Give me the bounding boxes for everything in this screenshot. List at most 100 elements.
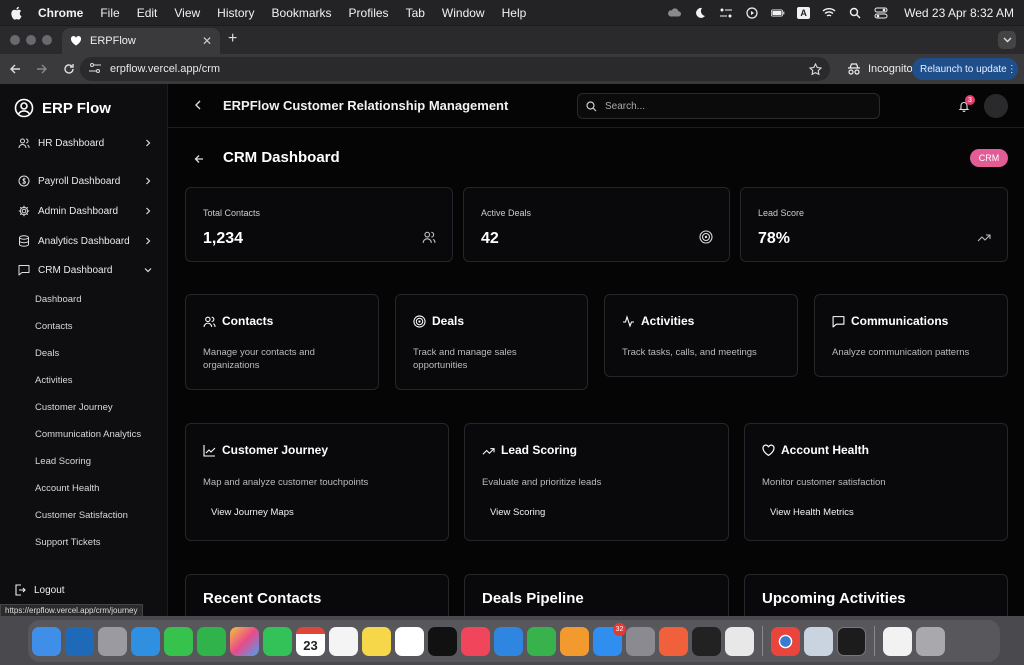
terminal-icon[interactable] xyxy=(837,626,866,656)
sidebar-sub-dashboard[interactable]: Dashboard xyxy=(35,294,81,305)
back-arrow-icon[interactable] xyxy=(3,57,27,81)
play-icon[interactable] xyxy=(745,6,759,20)
incognito-indicator[interactable]: Incognito xyxy=(840,58,919,80)
menu-file[interactable]: File xyxy=(100,6,119,20)
menu-tab[interactable]: Tab xyxy=(406,6,425,20)
numbers-icon[interactable] xyxy=(527,626,556,656)
avatar[interactable] xyxy=(984,94,1008,118)
safari-icon[interactable] xyxy=(131,626,160,656)
photos-icon[interactable] xyxy=(230,626,259,656)
menu-profiles[interactable]: Profiles xyxy=(349,6,389,20)
sidebar-sub-customer-journey[interactable]: Customer Journey xyxy=(35,402,113,413)
bookmark-star-icon[interactable] xyxy=(809,62,822,76)
module-card-deals[interactable]: Deals Track and manage sales opportuniti… xyxy=(395,294,588,390)
reminders-icon[interactable] xyxy=(329,626,358,656)
feature-header: Customer Journey xyxy=(203,443,328,457)
close-window-button[interactable] xyxy=(10,35,20,45)
control-center-icon[interactable] xyxy=(874,6,888,20)
brave-icon[interactable] xyxy=(659,626,688,656)
module-card-activities[interactable]: Activities Track tasks, calls, and meeti… xyxy=(604,294,798,377)
pages-icon[interactable] xyxy=(560,626,589,656)
moon-icon[interactable] xyxy=(693,6,707,20)
app-store-icon[interactable]: 32 xyxy=(593,622,626,656)
module-description: Track tasks, calls, and meetings xyxy=(622,347,757,358)
spotlight-search-icon[interactable] xyxy=(848,6,862,20)
sidebar-item-hr-dashboard[interactable]: HR Dashboard xyxy=(18,133,152,153)
apple-tv-icon[interactable] xyxy=(428,626,457,656)
logout-button[interactable]: Logout xyxy=(14,584,65,596)
brand[interactable]: ERP Flow xyxy=(14,98,111,118)
menu-history[interactable]: History xyxy=(217,6,254,20)
preview-icon[interactable] xyxy=(804,626,833,656)
sidebar-item-payroll-dashboard[interactable]: Payroll Dashboard xyxy=(18,171,152,191)
site-info-icon[interactable] xyxy=(88,62,102,76)
sidebar-sub-customer-satisfaction[interactable]: Customer Satisfaction xyxy=(35,510,128,521)
ai-assistant-icon[interactable] xyxy=(692,626,721,656)
wifi-icon[interactable] xyxy=(822,6,836,20)
sidebar-sub-communication-analytics[interactable]: Communication Analytics xyxy=(35,429,141,440)
sidebar-sub-activities[interactable]: Activities xyxy=(35,375,72,386)
sidebar-sub-lead-scoring[interactable]: Lead Scoring xyxy=(35,456,91,467)
module-card-communications[interactable]: Communications Analyze communication pat… xyxy=(814,294,1008,377)
system-settings-icon[interactable] xyxy=(626,626,655,656)
trash-icon[interactable] xyxy=(916,626,945,656)
freeform-icon[interactable] xyxy=(395,626,424,656)
minimize-window-button[interactable] xyxy=(26,35,36,45)
document-stack-icon[interactable] xyxy=(883,626,912,656)
finder-icon[interactable] xyxy=(32,626,61,656)
address-bar[interactable]: erpflow.vercel.app/crm xyxy=(80,57,830,81)
brand-name: ERP Flow xyxy=(42,99,111,117)
input-source-icon[interactable]: A xyxy=(797,6,811,19)
stat-card-active-deals: Active Deals 42 xyxy=(463,187,730,262)
cube-app-icon[interactable] xyxy=(725,626,754,656)
menu-app-name[interactable]: Chrome xyxy=(38,6,83,20)
url-text[interactable]: erpflow.vercel.app/crm xyxy=(110,63,220,75)
sidebar-sub-account-health[interactable]: Account Health xyxy=(35,483,99,494)
reload-icon[interactable] xyxy=(57,57,81,81)
calendar-icon[interactable]: 23 xyxy=(296,626,325,656)
launchpad-icon[interactable] xyxy=(98,626,127,656)
sidebar-sub-deals[interactable]: Deals xyxy=(35,348,59,359)
sidebar-item-crm-dashboard[interactable]: CRM Dashboard xyxy=(18,260,152,280)
cloud-icon[interactable] xyxy=(667,6,682,20)
chevron-right-icon xyxy=(144,207,152,215)
chrome-icon[interactable] xyxy=(771,626,800,656)
vscode-icon[interactable] xyxy=(65,626,94,656)
view-journey-maps-button[interactable]: View Journey Maps xyxy=(211,507,294,518)
more-vertical-icon[interactable]: ⋮ xyxy=(1007,64,1017,75)
tab-search-chevron-icon[interactable] xyxy=(998,31,1016,49)
notes-icon[interactable] xyxy=(362,626,391,656)
whatsapp-icon[interactable] xyxy=(197,626,226,656)
view-scoring-button[interactable]: View Scoring xyxy=(490,507,545,518)
menu-edit[interactable]: Edit xyxy=(137,6,158,20)
forward-arrow-icon[interactable] xyxy=(30,57,54,81)
menu-help[interactable]: Help xyxy=(502,6,527,20)
zoom-window-button[interactable] xyxy=(42,35,52,45)
relaunch-to-update-button[interactable]: Relaunch to update ⋮ xyxy=(912,58,1018,80)
sidebar-sub-contacts[interactable]: Contacts xyxy=(35,321,73,332)
module-header: Activities xyxy=(622,314,694,328)
battery-icon[interactable] xyxy=(771,6,785,20)
module-card-contacts[interactable]: Contacts Manage your contacts and organi… xyxy=(185,294,379,390)
facetime-icon[interactable] xyxy=(263,626,292,656)
back-arrow-icon[interactable] xyxy=(194,154,204,164)
sidebar-item-analytics-dashboard[interactable]: Analytics Dashboard xyxy=(18,231,152,251)
browser-tab[interactable]: ERPFlow ✕ xyxy=(62,28,220,54)
menu-view[interactable]: View xyxy=(174,6,200,20)
search-box[interactable] xyxy=(577,93,880,119)
search-input[interactable] xyxy=(605,100,865,112)
close-tab-icon[interactable]: ✕ xyxy=(202,34,212,48)
keynote-icon[interactable] xyxy=(494,626,523,656)
control-dots-icon[interactable] xyxy=(719,6,733,20)
music-icon[interactable] xyxy=(461,626,490,656)
menu-window[interactable]: Window xyxy=(442,6,485,20)
messages-icon[interactable] xyxy=(164,626,193,656)
sidebar-sub-support-tickets[interactable]: Support Tickets xyxy=(35,537,100,548)
chevron-left-icon[interactable] xyxy=(194,100,202,110)
menu-bookmarks[interactable]: Bookmarks xyxy=(272,6,332,20)
menubar-clock[interactable]: Wed 23 Apr 8:32 AM xyxy=(904,6,1014,20)
new-tab-icon[interactable]: + xyxy=(228,30,237,48)
view-health-metrics-button[interactable]: View Health Metrics xyxy=(770,507,854,518)
apple-icon[interactable] xyxy=(10,6,24,20)
sidebar-item-admin-dashboard[interactable]: Admin Dashboard xyxy=(18,201,152,221)
